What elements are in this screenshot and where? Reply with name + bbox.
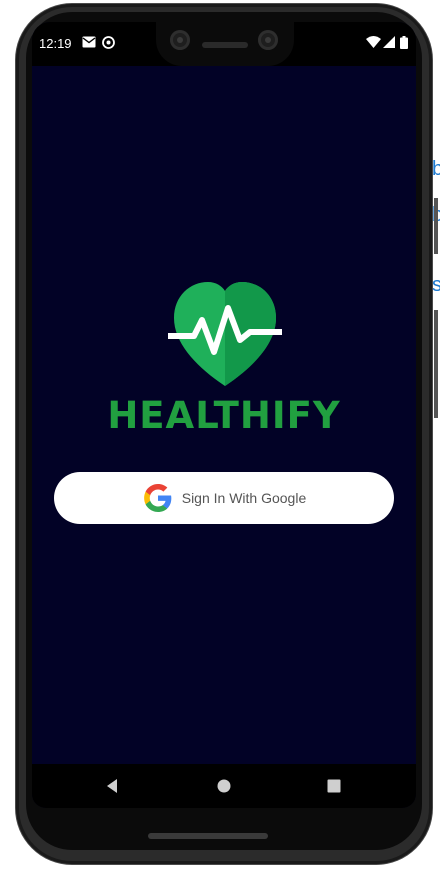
signal-icon bbox=[383, 36, 395, 48]
recents-icon[interactable] bbox=[326, 778, 342, 794]
earpiece-speaker bbox=[202, 42, 248, 48]
sync-icon bbox=[102, 36, 115, 49]
background-edge bbox=[434, 310, 438, 418]
camera-notch bbox=[156, 22, 294, 66]
background-text-fragment: b bbox=[432, 158, 440, 180]
background-edge bbox=[434, 198, 438, 254]
status-bar: 12:19 bbox=[32, 22, 416, 66]
navigation-bar bbox=[32, 764, 416, 808]
status-time: 12:19 bbox=[39, 36, 72, 51]
google-sign-in-label: Sign In With Google bbox=[181, 490, 307, 506]
heart-pulse-icon bbox=[168, 282, 282, 386]
google-icon bbox=[143, 484, 172, 512]
background-text-fragment: s bbox=[432, 274, 440, 296]
front-camera-left bbox=[170, 30, 190, 50]
mail-icon bbox=[82, 36, 96, 48]
home-indicator bbox=[148, 833, 268, 839]
wifi-icon bbox=[366, 36, 381, 48]
google-sign-in-button[interactable]: Sign In With Google bbox=[54, 472, 394, 524]
front-camera-right bbox=[258, 30, 278, 50]
app-name: HEALTHIFY bbox=[107, 394, 341, 437]
app-screen: 12:19 HEALTHIFY Sign In With Google bbox=[32, 22, 416, 808]
back-icon[interactable] bbox=[104, 778, 120, 794]
battery-icon bbox=[400, 36, 408, 49]
home-icon[interactable] bbox=[216, 778, 232, 794]
